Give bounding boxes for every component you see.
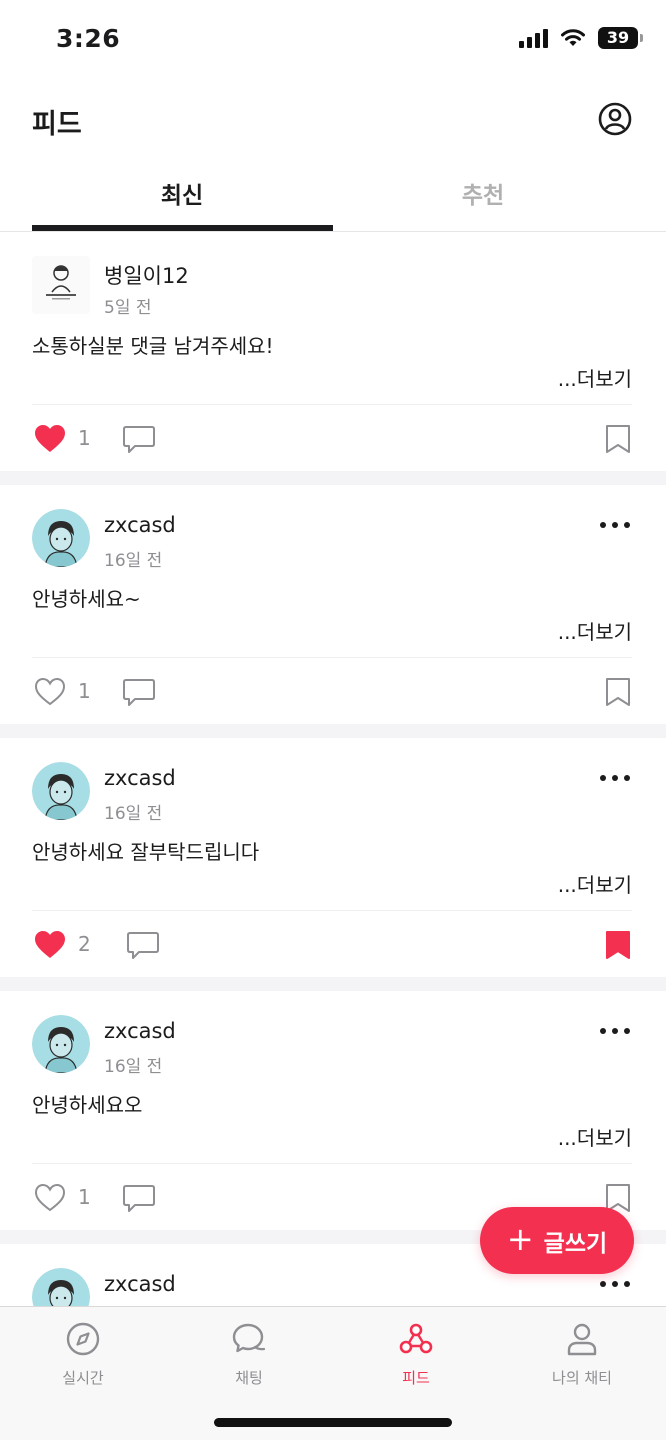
- like-count: 1: [78, 1185, 91, 1209]
- post-content[interactable]: 안녕하세요~: [32, 583, 141, 612]
- nav-item-chat[interactable]: 채팅: [189, 1321, 309, 1388]
- status-indicators: 39: [519, 27, 643, 49]
- nav-label: 채팅: [235, 1369, 263, 1387]
- feed-tabs: 최신 추천: [0, 160, 666, 232]
- post-content[interactable]: 안녕하세요오: [32, 1089, 142, 1118]
- battery-icon: 39: [598, 27, 643, 49]
- like-count: 2: [78, 932, 91, 956]
- post-content[interactable]: 안녕하세요 잘부탁드립니다: [32, 836, 259, 865]
- heart-filled-icon[interactable]: [34, 930, 66, 960]
- post-content[interactable]: 소통하실분 댓글 남겨주세요!: [32, 330, 274, 359]
- tab-recommended[interactable]: 추천: [333, 176, 633, 210]
- status-time: 3:26: [56, 24, 121, 53]
- heart-outline-icon[interactable]: [34, 1183, 66, 1213]
- more-options-icon[interactable]: [600, 768, 630, 788]
- avatar[interactable]: [32, 256, 90, 314]
- post-author[interactable]: zxcasd: [104, 1272, 176, 1296]
- comment-icon[interactable]: [126, 930, 160, 962]
- post-time: 16일 전: [104, 1057, 163, 1077]
- post-time: 16일 전: [104, 804, 163, 824]
- avatar-character-icon: [32, 509, 90, 567]
- more-options-icon[interactable]: [600, 515, 630, 535]
- post-divider: [32, 404, 632, 405]
- nav-label: 피드: [402, 1369, 430, 1387]
- bookmark-filled-icon[interactable]: [604, 930, 632, 960]
- chat-bubbles-icon: [232, 1323, 266, 1353]
- feed-network-icon: [399, 1323, 433, 1354]
- post-actions: 1: [32, 673, 632, 713]
- post-actions: 1: [32, 420, 632, 460]
- compass-icon: [66, 1322, 100, 1356]
- status-bar: 3:26 39: [0, 0, 666, 80]
- post-author[interactable]: zxcasd: [104, 766, 176, 790]
- profile-icon[interactable]: [598, 102, 632, 136]
- see-more-link[interactable]: ...더보기: [558, 869, 632, 898]
- post-author[interactable]: zxcasd: [104, 1019, 176, 1043]
- avatar[interactable]: [32, 762, 90, 820]
- post-time: 5일 전: [104, 298, 152, 318]
- post-divider: [32, 910, 632, 911]
- see-more-link[interactable]: ...더보기: [558, 1122, 632, 1151]
- feed-post[interactable]: zxcasd 16일 전 안녕하세요~ ...더보기 1: [0, 471, 666, 724]
- feed-post[interactable]: zxcasd 16일 전 안녕하세요 잘부탁드립니다 ...더보기 2: [0, 724, 666, 977]
- post-author[interactable]: zxcasd: [104, 513, 176, 537]
- post-divider: [32, 657, 632, 658]
- avatar-character-icon: [32, 762, 90, 820]
- wifi-icon: [561, 29, 585, 46]
- more-options-icon[interactable]: [600, 1274, 630, 1294]
- see-more-link[interactable]: ...더보기: [558, 616, 632, 645]
- feed-post[interactable]: zxcasd 16일 전 안녕하세요오 ...더보기 1: [0, 977, 666, 1230]
- comment-icon[interactable]: [122, 1183, 156, 1215]
- plus-icon: +: [506, 1220, 534, 1258]
- cellular-signal-icon: [519, 28, 548, 48]
- comment-icon[interactable]: [122, 677, 156, 709]
- avatar[interactable]: [32, 509, 90, 567]
- avatar-sketch-icon: [32, 256, 90, 314]
- tab-latest[interactable]: 최신: [32, 176, 332, 210]
- like-count: 1: [78, 679, 91, 703]
- nav-item-realtime[interactable]: 실시간: [23, 1321, 143, 1388]
- nav-item-my-chatty[interactable]: 나의 채티: [522, 1321, 642, 1388]
- write-post-button[interactable]: + 글쓰기: [480, 1207, 634, 1274]
- write-post-label: 글쓰기: [543, 1230, 608, 1257]
- post-divider: [32, 1163, 632, 1164]
- more-options-icon[interactable]: [600, 1021, 630, 1041]
- bookmark-icon[interactable]: [604, 677, 632, 707]
- feed-post[interactable]: 병일이12 5일 전 소통하실분 댓글 남겨주세요! ...더보기 1: [0, 232, 666, 471]
- page-title: 피드: [32, 109, 82, 140]
- nav-label: 나의 채티: [552, 1369, 612, 1387]
- person-icon: [567, 1323, 597, 1356]
- active-tab-indicator: [32, 225, 333, 231]
- app-header: 피드: [0, 80, 666, 160]
- like-count: 1: [78, 426, 91, 450]
- see-more-link[interactable]: ...더보기: [558, 363, 632, 392]
- post-author[interactable]: 병일이12: [104, 260, 189, 290]
- heart-filled-icon[interactable]: [34, 424, 66, 454]
- post-time: 16일 전: [104, 551, 163, 571]
- home-indicator[interactable]: [214, 1418, 452, 1427]
- comment-icon[interactable]: [122, 424, 156, 456]
- avatar[interactable]: [32, 1015, 90, 1073]
- bookmark-icon[interactable]: [604, 424, 632, 454]
- heart-outline-icon[interactable]: [34, 677, 66, 707]
- nav-item-feed[interactable]: 피드: [356, 1321, 476, 1388]
- avatar-character-icon: [32, 1015, 90, 1073]
- post-actions: 2: [32, 926, 632, 966]
- nav-label: 실시간: [62, 1369, 104, 1387]
